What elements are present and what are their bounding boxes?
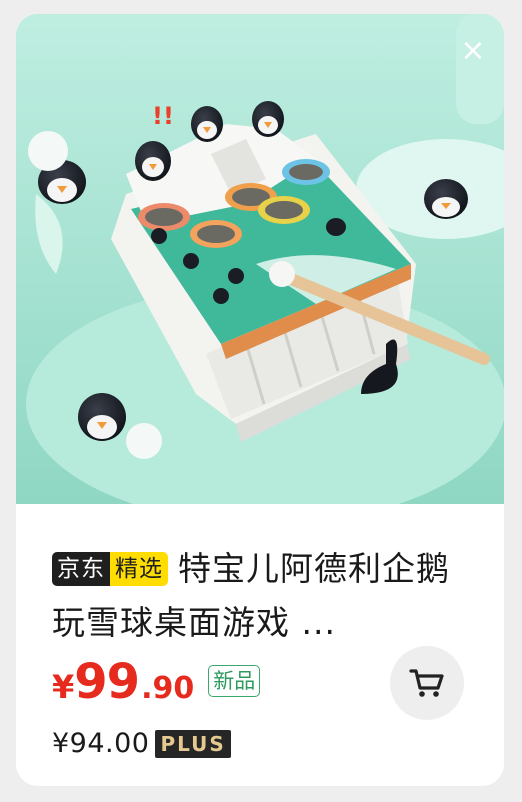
- new-tag: 新品: [208, 665, 261, 697]
- jd-badge: 京东: [52, 552, 110, 586]
- price-currency: ¥: [52, 668, 75, 706]
- close-icon[interactable]: ×: [458, 36, 488, 66]
- price-integer: 99: [74, 654, 140, 710]
- add-to-cart-button[interactable]: [390, 646, 464, 720]
- product-info: 京东 精选 特宝儿阿德利企鹅玩雪球桌面游戏 ... ¥ 99 .90 新品 ¥94.…: [16, 504, 504, 786]
- pick-badge: 精选: [110, 552, 168, 586]
- price-row: ¥ 99 .90 新品: [52, 654, 261, 714]
- plus-price-row: ¥94.00 PLUS: [52, 728, 231, 759]
- product-image[interactable]: !! ×: [16, 14, 504, 504]
- product-title[interactable]: 京东 精选 特宝儿阿德利企鹅玩雪球桌面游戏 ...: [52, 542, 472, 650]
- plus-badge: PLUS: [155, 729, 231, 758]
- cart-icon: [409, 669, 444, 697]
- product-card[interactable]: !! × 京东 精选 特宝儿阿德利企鹅玩雪球桌面游戏 ... ¥ 99 .90 新品: [16, 14, 504, 786]
- plus-price: ¥94.00: [52, 728, 150, 759]
- svg-text:!!: !!: [152, 102, 174, 130]
- product-photo: !!: [16, 14, 504, 504]
- price-decimal: .90: [141, 671, 195, 706]
